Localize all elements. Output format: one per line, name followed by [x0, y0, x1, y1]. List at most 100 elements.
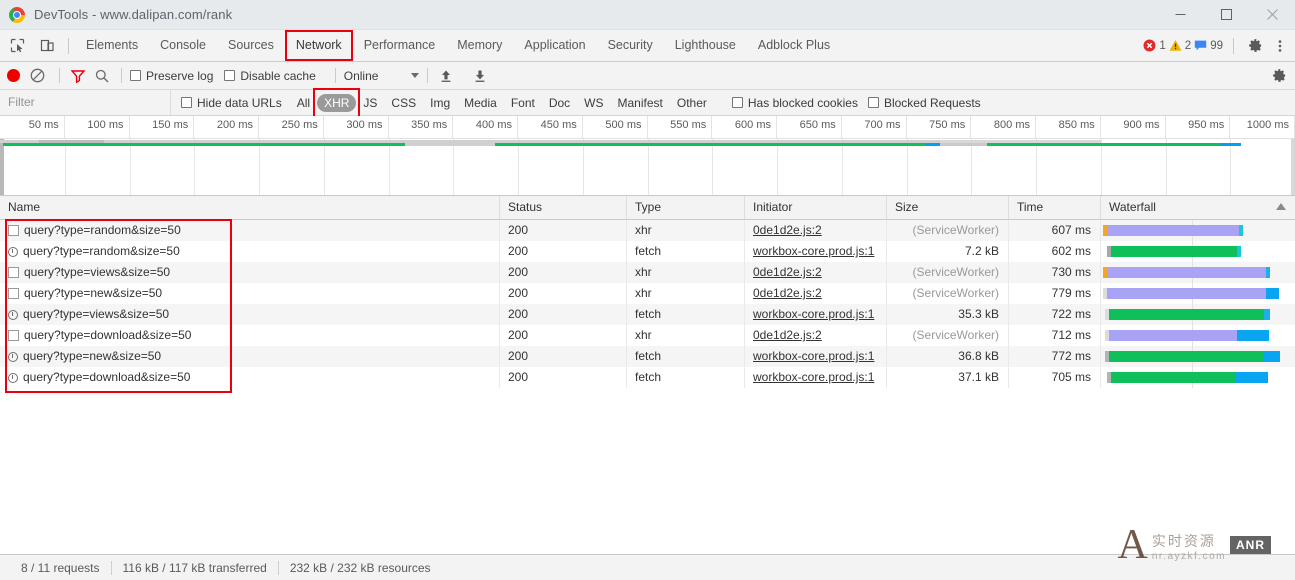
- cell-name[interactable]: query?type=random&size=50: [0, 220, 500, 241]
- maximize-button[interactable]: [1203, 0, 1249, 29]
- device-toolbar-icon[interactable]: [34, 33, 60, 59]
- cell-waterfall[interactable]: [1101, 325, 1295, 346]
- cell-name[interactable]: query?type=views&size=50: [0, 304, 500, 325]
- minimize-button[interactable]: [1157, 0, 1203, 29]
- table-row[interactable]: query?type=random&size=50200fetchworkbox…: [0, 241, 1295, 262]
- ruler-tick-label: 750 ms: [929, 119, 965, 131]
- filter-type-manifest[interactable]: Manifest: [611, 94, 670, 112]
- overview-left-handle[interactable]: [0, 139, 4, 195]
- cell-name[interactable]: query?type=views&size=50: [0, 262, 500, 283]
- filter-type-js[interactable]: JS: [356, 94, 384, 112]
- table-row[interactable]: query?type=random&size=50200xhr0de1d2e.j…: [0, 220, 1295, 241]
- filter-type-img[interactable]: Img: [423, 94, 457, 112]
- search-icon[interactable]: [91, 66, 113, 86]
- cell-waterfall[interactable]: [1101, 220, 1295, 241]
- hide-data-urls-checkbox[interactable]: Hide data URLs: [181, 96, 282, 110]
- cell-initiator[interactable]: 0de1d2e.js:2: [745, 283, 887, 304]
- clear-button[interactable]: [30, 68, 45, 83]
- chevron-down-icon[interactable]: [411, 73, 419, 78]
- blocked-requests-checkbox[interactable]: Blocked Requests: [868, 96, 981, 110]
- cell-name[interactable]: query?type=random&size=50: [0, 241, 500, 262]
- filter-toggle-icon[interactable]: [68, 66, 88, 86]
- throttling-select[interactable]: Online: [344, 69, 420, 83]
- network-settings-button[interactable]: [1272, 68, 1287, 83]
- cell-name[interactable]: query?type=new&size=50: [0, 283, 500, 304]
- record-button[interactable]: [7, 69, 20, 82]
- table-row[interactable]: query?type=download&size=50200fetchworkb…: [0, 367, 1295, 388]
- tab-security[interactable]: Security: [597, 30, 664, 61]
- tab-application[interactable]: Application: [513, 30, 596, 61]
- cell-initiator-value[interactable]: workbox-core.prod.js:1: [753, 370, 874, 384]
- cell-waterfall[interactable]: [1101, 241, 1295, 262]
- cell-initiator[interactable]: workbox-core.prod.js:1: [745, 346, 887, 367]
- cell-initiator[interactable]: 0de1d2e.js:2: [745, 220, 887, 241]
- filter-type-media[interactable]: Media: [457, 94, 504, 112]
- column-header-size[interactable]: Size: [887, 196, 1009, 219]
- filter-type-other[interactable]: Other: [670, 94, 714, 112]
- cell-initiator-value[interactable]: workbox-core.prod.js:1: [753, 307, 874, 321]
- has-blocked-cookies-box[interactable]: [732, 97, 743, 108]
- cell-initiator[interactable]: workbox-core.prod.js:1: [745, 367, 887, 388]
- cell-initiator-value[interactable]: 0de1d2e.js:2: [753, 286, 822, 300]
- table-row[interactable]: query?type=new&size=50200fetchworkbox-co…: [0, 346, 1295, 367]
- tab-adblock-plus[interactable]: Adblock Plus: [747, 30, 841, 61]
- overview-right-handle[interactable]: [1291, 139, 1295, 195]
- cell-initiator[interactable]: workbox-core.prod.js:1: [745, 241, 887, 262]
- preserve-log-box[interactable]: [130, 70, 141, 81]
- export-har-button[interactable]: [470, 66, 490, 86]
- cell-initiator-value[interactable]: 0de1d2e.js:2: [753, 223, 822, 237]
- cell-initiator-value[interactable]: workbox-core.prod.js:1: [753, 244, 874, 258]
- devtools-more-menu-icon[interactable]: [1269, 35, 1291, 57]
- tab-memory[interactable]: Memory: [446, 30, 513, 61]
- cell-name[interactable]: query?type=download&size=50: [0, 367, 500, 388]
- tab-console[interactable]: Console: [149, 30, 217, 61]
- hide-data-urls-box[interactable]: [181, 97, 192, 108]
- column-header-time[interactable]: Time: [1009, 196, 1101, 219]
- has-blocked-cookies-checkbox[interactable]: Has blocked cookies: [732, 96, 858, 110]
- tab-elements[interactable]: Elements: [75, 30, 149, 61]
- blocked-requests-box[interactable]: [868, 97, 879, 108]
- filter-type-ws[interactable]: WS: [577, 94, 610, 112]
- filter-input[interactable]: [0, 89, 170, 116]
- cell-waterfall[interactable]: [1101, 367, 1295, 388]
- cell-waterfall[interactable]: [1101, 304, 1295, 325]
- column-header-name[interactable]: Name: [0, 196, 500, 219]
- sort-ascending-icon[interactable]: [1276, 203, 1286, 210]
- table-row[interactable]: query?type=download&size=50200xhr0de1d2e…: [0, 325, 1295, 346]
- tab-network[interactable]: Network: [285, 30, 353, 61]
- preserve-log-checkbox[interactable]: Preserve log: [130, 69, 213, 83]
- filter-type-css[interactable]: CSS: [384, 94, 423, 112]
- table-row[interactable]: query?type=new&size=50200xhr0de1d2e.js:2…: [0, 283, 1295, 304]
- table-row[interactable]: query?type=views&size=50200fetchworkbox-…: [0, 304, 1295, 325]
- cell-initiator-value[interactable]: 0de1d2e.js:2: [753, 265, 822, 279]
- cell-initiator[interactable]: 0de1d2e.js:2: [745, 262, 887, 283]
- cell-initiator[interactable]: 0de1d2e.js:2: [745, 325, 887, 346]
- disable-cache-checkbox[interactable]: Disable cache: [224, 69, 315, 83]
- devtools-settings-gear-icon[interactable]: [1244, 35, 1266, 57]
- column-header-initiator[interactable]: Initiator: [745, 196, 887, 219]
- tab-sources[interactable]: Sources: [217, 30, 285, 61]
- filter-type-doc[interactable]: Doc: [542, 94, 577, 112]
- filter-type-xhr[interactable]: XHR: [317, 94, 356, 112]
- cell-name[interactable]: query?type=download&size=50: [0, 325, 500, 346]
- tab-performance[interactable]: Performance: [353, 30, 447, 61]
- network-overview[interactable]: 50 ms100 ms150 ms200 ms250 ms300 ms350 m…: [0, 116, 1295, 196]
- cell-name[interactable]: query?type=new&size=50: [0, 346, 500, 367]
- cell-initiator-value[interactable]: workbox-core.prod.js:1: [753, 349, 874, 363]
- cell-initiator-value[interactable]: 0de1d2e.js:2: [753, 328, 822, 342]
- column-header-waterfall[interactable]: Waterfall: [1101, 196, 1295, 219]
- cell-waterfall[interactable]: [1101, 346, 1295, 367]
- overview-graph[interactable]: [0, 139, 1295, 196]
- column-header-type[interactable]: Type: [627, 196, 745, 219]
- import-har-button[interactable]: [436, 66, 456, 86]
- close-button[interactable]: [1249, 0, 1295, 29]
- column-header-status[interactable]: Status: [500, 196, 627, 219]
- tab-lighthouse[interactable]: Lighthouse: [664, 30, 747, 61]
- filter-type-font[interactable]: Font: [504, 94, 542, 112]
- cell-waterfall[interactable]: [1101, 262, 1295, 283]
- cell-waterfall[interactable]: [1101, 283, 1295, 304]
- table-row[interactable]: query?type=views&size=50200xhr0de1d2e.js…: [0, 262, 1295, 283]
- inspect-element-icon[interactable]: [4, 33, 30, 59]
- disable-cache-box[interactable]: [224, 70, 235, 81]
- cell-initiator[interactable]: workbox-core.prod.js:1: [745, 304, 887, 325]
